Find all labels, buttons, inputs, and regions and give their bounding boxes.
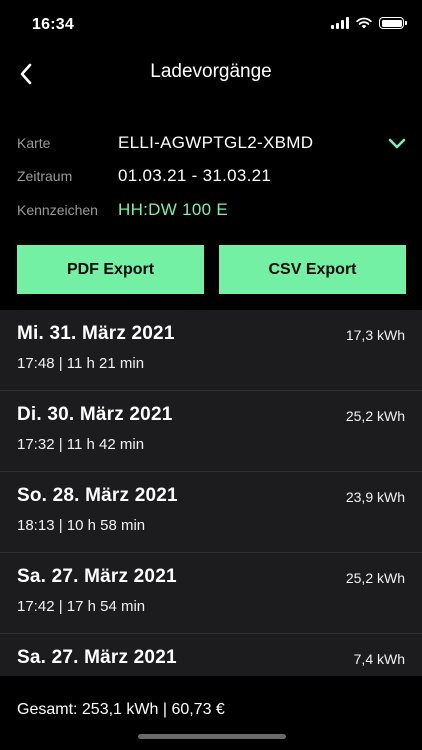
- plate-value: HH:DW 100 E: [118, 200, 229, 219]
- summary-footer: Gesamt: 253,1 kWh | 60,73 €: [0, 676, 422, 750]
- home-indicator[interactable]: [138, 734, 286, 739]
- pdf-export-button[interactable]: PDF Export: [17, 245, 204, 294]
- card-value: ELLI-AGWPTGL2-XBMD: [118, 133, 314, 152]
- session-detail: 18:13 | 10 h 58 min: [17, 517, 146, 534]
- status-time: 16:34: [32, 16, 74, 33]
- list-item[interactable]: Di. 30. März 2021 17:32 | 11 h 42 min 25…: [0, 391, 422, 472]
- session-energy: 7,4 kWh: [353, 651, 405, 667]
- chevron-down-icon[interactable]: [386, 132, 408, 154]
- session-energy: 23,9 kWh: [345, 489, 405, 505]
- battery-icon: [379, 17, 407, 29]
- session-energy: 25,2 kWh: [345, 570, 405, 586]
- period-label: Zeitraum: [17, 168, 73, 184]
- list-item[interactable]: So. 28. März 2021 18:13 | 10 h 58 min 23…: [0, 472, 422, 553]
- session-date: Di. 30. März 2021: [17, 404, 173, 425]
- session-detail: 17:32 | 11 h 42 min: [17, 436, 145, 453]
- session-detail: 17:42 | 17 h 54 min: [17, 598, 146, 615]
- session-energy: 17,3 kWh: [345, 327, 405, 343]
- card-label: Karte: [17, 135, 51, 151]
- status-bar: 16:34: [0, 0, 422, 50]
- card-row[interactable]: Karte ELLI-AGWPTGL2-XBMD: [0, 128, 422, 158]
- list-item[interactable]: Sa. 27. März 2021 17:42 | 17 h 54 min 25…: [0, 553, 422, 634]
- list-item[interactable]: Sa. 27. März 2021 7,4 kWh: [0, 634, 422, 676]
- plate-row: Kennzeichen HH:DW 100 E: [0, 195, 422, 225]
- session-date: Sa. 27. März 2021: [17, 647, 177, 668]
- period-row: Zeitraum 01.03.21 - 31.03.21: [0, 161, 422, 191]
- csv-export-button[interactable]: CSV Export: [219, 245, 406, 294]
- period-value: 01.03.21 - 31.03.21: [118, 166, 272, 185]
- page-title: Ladevorgänge: [150, 61, 272, 82]
- session-energy: 25,2 kWh: [345, 408, 405, 424]
- session-date: So. 28. März 2021: [17, 485, 178, 506]
- total-summary: Gesamt: 253,1 kWh | 60,73 €: [17, 701, 225, 718]
- plate-label: Kennzeichen: [17, 202, 98, 218]
- session-date: Sa. 27. März 2021: [17, 566, 177, 587]
- session-date: Mi. 31. März 2021: [17, 323, 175, 344]
- status-icons: [331, 17, 407, 29]
- export-buttons: PDF Export CSV Export: [17, 245, 406, 294]
- list-item[interactable]: Mi. 31. März 2021 17:48 | 11 h 21 min 17…: [0, 310, 422, 391]
- navigation-bar: Ladevorgänge: [0, 50, 422, 96]
- signal-icon: [331, 17, 349, 29]
- session-detail: 17:48 | 11 h 21 min: [17, 355, 145, 372]
- session-list[interactable]: Mi. 31. März 2021 17:48 | 11 h 21 min 17…: [0, 310, 422, 676]
- wifi-icon: [356, 17, 372, 29]
